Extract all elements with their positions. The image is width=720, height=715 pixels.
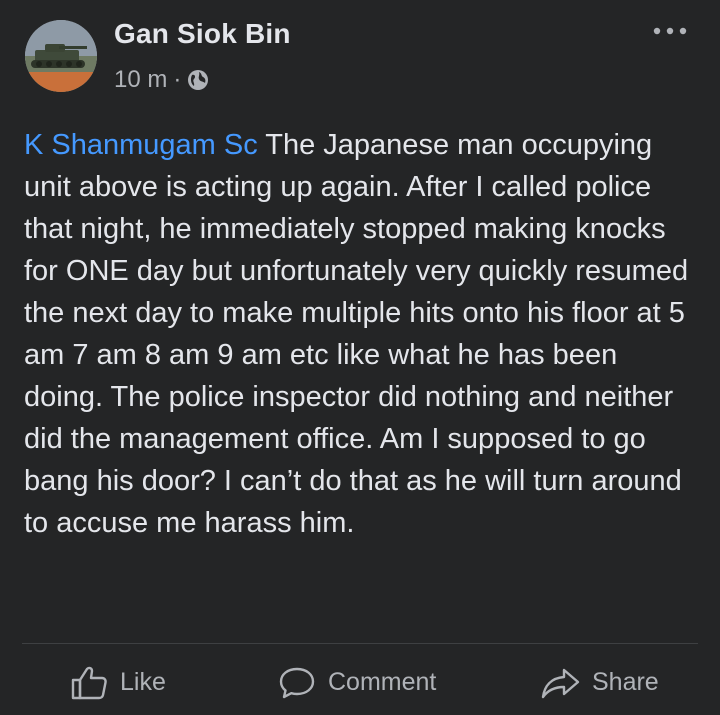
comment-bubble-icon <box>279 667 315 698</box>
like-button[interactable]: Like <box>70 650 166 715</box>
like-label: Like <box>120 668 166 696</box>
actions-divider <box>22 643 698 644</box>
thumbs-up-icon <box>71 666 107 699</box>
more-options-button[interactable] <box>650 18 690 44</box>
post-meta: 10 m · <box>114 64 209 96</box>
post-body: K Shanmugam Sc The Japanese man occupyin… <box>24 124 704 544</box>
more-options-icon <box>653 27 687 35</box>
meta-separator: · <box>173 66 182 93</box>
avatar-photo <box>25 20 97 92</box>
share-button[interactable]: Share <box>540 650 659 715</box>
post-body-text: The Japanese man occupying unit above is… <box>24 129 689 539</box>
action-bar: Like Comment Share <box>0 650 720 715</box>
comment-button[interactable]: Comment <box>278 650 436 715</box>
author-name[interactable]: Gan Siok Bin <box>114 18 291 50</box>
globe-icon[interactable] <box>187 69 209 91</box>
comment-label: Comment <box>328 668 437 696</box>
share-label: Share <box>592 668 659 696</box>
share-arrow-icon <box>541 668 580 698</box>
facebook-post: Gan Siok Bin 10 m · K Shanmugam Sc The J… <box>0 0 720 715</box>
author-avatar[interactable] <box>25 20 97 92</box>
post-timestamp[interactable]: 10 m <box>114 66 167 94</box>
mention-link[interactable]: K Shanmugam Sc <box>24 129 258 161</box>
